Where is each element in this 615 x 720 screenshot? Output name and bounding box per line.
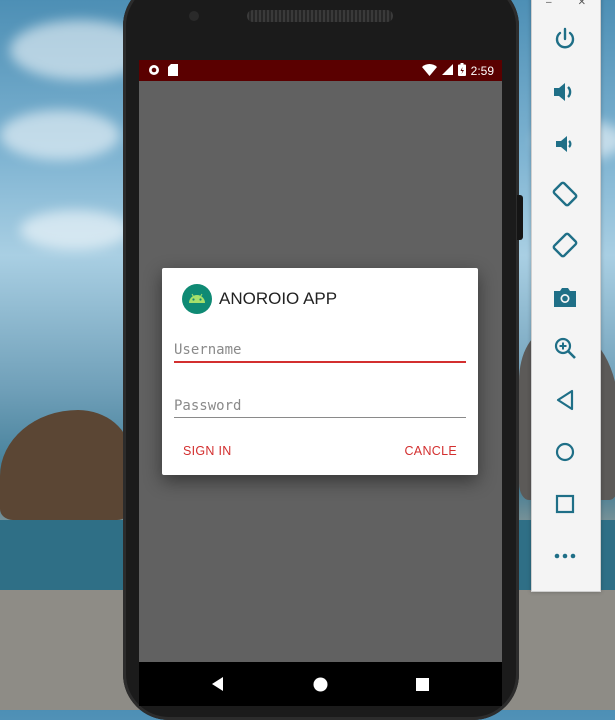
battery-icon — [457, 63, 466, 79]
home-icon — [555, 442, 575, 462]
navigation-bar — [139, 662, 502, 706]
sign-in-button[interactable]: SIGN IN — [183, 444, 232, 458]
rotate-right-button[interactable] — [551, 231, 579, 259]
toolbar-window-controls: – ✕ — [532, 0, 600, 8]
wifi-icon — [421, 63, 437, 79]
recents-icon — [415, 677, 429, 691]
nav-recents-button[interactable] — [413, 675, 431, 693]
nav-back-button[interactable] — [209, 675, 227, 693]
power-button[interactable] — [551, 25, 579, 53]
close-icon[interactable]: ✕ — [578, 0, 586, 8]
minimize-icon[interactable]: – — [546, 0, 552, 8]
zoom-icon — [554, 337, 576, 359]
screenshot-button[interactable] — [551, 283, 579, 311]
volume-down-icon — [556, 136, 572, 152]
nav-home-button[interactable] — [311, 675, 329, 693]
phone-camera — [189, 11, 199, 21]
phone-speaker — [247, 10, 393, 22]
home-icon — [313, 677, 327, 691]
cancel-button[interactable]: CANCLE — [404, 444, 457, 458]
back-button[interactable] — [551, 386, 579, 414]
back-icon — [556, 389, 574, 411]
zoom-button[interactable] — [551, 334, 579, 362]
camera-icon — [554, 288, 576, 307]
android-app-icon — [182, 284, 212, 314]
rotate-right-icon — [552, 232, 578, 258]
emulator-toolbar: – ✕ — [531, 0, 601, 592]
password-underline — [174, 417, 466, 418]
overview-button[interactable] — [551, 490, 579, 518]
sd-card-icon — [168, 64, 178, 79]
notification-record-icon — [148, 64, 160, 79]
login-dialog: ANOROIO APP SIGN IN CANCLE — [162, 268, 478, 475]
username-underline — [174, 361, 466, 363]
more-button[interactable] — [551, 542, 579, 570]
back-icon — [212, 677, 223, 691]
rotate-left-icon — [552, 181, 578, 207]
signal-icon — [441, 64, 453, 78]
volume-up-icon — [554, 83, 572, 101]
status-bar: 2:59 — [139, 60, 502, 81]
volume-down-button[interactable] — [551, 130, 579, 158]
password-input[interactable] — [174, 395, 466, 417]
power-icon — [555, 27, 575, 49]
username-input[interactable] — [174, 339, 466, 361]
more-icon — [554, 553, 576, 559]
home-button[interactable] — [551, 438, 579, 466]
volume-up-button[interactable] — [551, 78, 579, 106]
dialog-title: ANOROIO APP — [219, 289, 338, 308]
rotate-left-button[interactable] — [551, 180, 579, 208]
phone-side-button — [517, 195, 523, 240]
clock: 2:59 — [470, 64, 494, 78]
overview-icon — [555, 494, 575, 514]
